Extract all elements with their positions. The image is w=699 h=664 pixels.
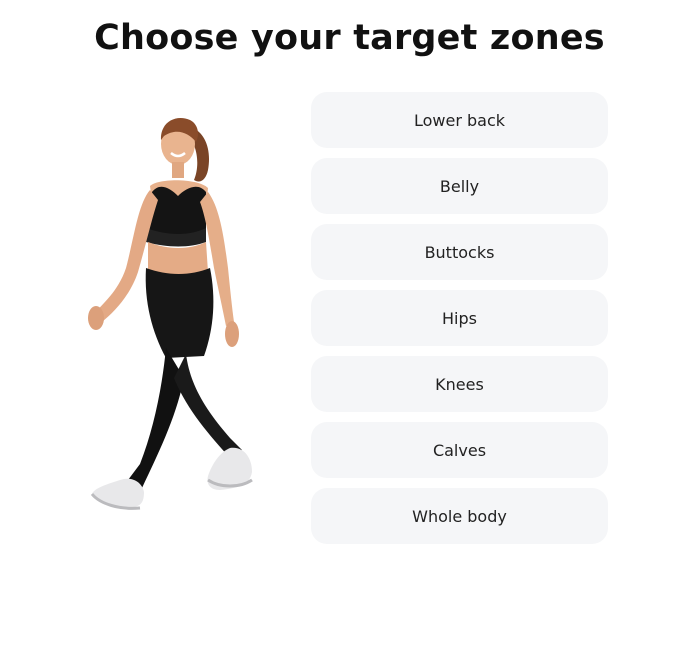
zone-option-lower-back[interactable]: Lower back [311, 92, 608, 148]
zone-option-label: Hips [442, 308, 477, 328]
zone-option-buttocks[interactable]: Buttocks [311, 224, 608, 280]
woman-walking-illustration [80, 108, 265, 523]
zone-option-calves[interactable]: Calves [311, 422, 608, 478]
woman-walking-icon [88, 118, 253, 510]
zone-option-label: Whole body [412, 506, 507, 526]
zone-option-label: Buttocks [424, 242, 495, 262]
page-title: Choose your target zones [94, 18, 605, 58]
zone-option-knees[interactable]: Knees [311, 356, 608, 412]
zone-option-belly[interactable]: Belly [311, 158, 608, 214]
zone-option-whole-body[interactable]: Whole body [311, 488, 608, 544]
zone-option-label: Knees [435, 374, 484, 394]
zone-option-label: Belly [439, 176, 480, 196]
target-zone-list: Lower back Belly Buttocks Hips Knees Cal… [311, 92, 608, 544]
zone-option-label: Calves [432, 440, 487, 460]
zone-option-hips[interactable]: Hips [311, 290, 608, 346]
zone-option-label: Lower back [413, 110, 506, 130]
